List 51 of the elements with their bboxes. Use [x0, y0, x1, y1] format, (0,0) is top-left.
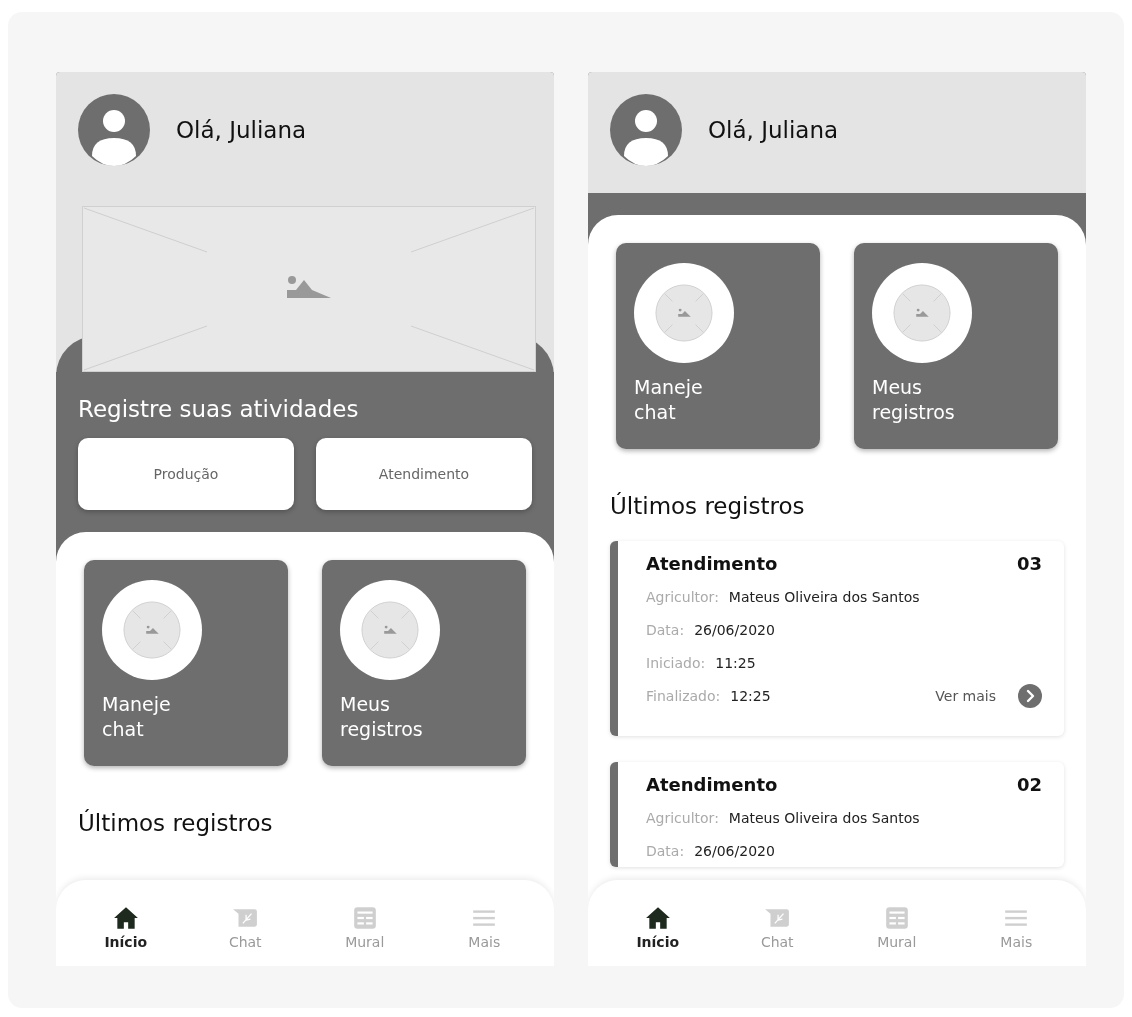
section-title: Últimos registros	[610, 493, 806, 519]
avatar-icon[interactable]	[610, 94, 682, 166]
menu-tile[interactable]: Maneje chat	[616, 243, 820, 449]
field-label: Finalizado:	[646, 687, 721, 704]
chevron-right-icon[interactable]	[1018, 683, 1042, 708]
record-title: Atendimento	[646, 774, 778, 795]
nav-tab[interactable]: Início	[85, 904, 166, 950]
field-value: 12:25	[730, 687, 771, 704]
avatar-icon[interactable]	[78, 94, 150, 166]
nav-tab[interactable]: Chat	[205, 904, 286, 950]
nav-tab[interactable]: Chat	[737, 904, 818, 950]
field-label: Agricultor:	[646, 809, 719, 826]
greeting: Olá, Juliana	[176, 117, 307, 143]
field-label: Data:	[646, 621, 685, 638]
tile-label: Maneje chat	[634, 375, 703, 425]
field-value: Mateus Oliveira dos Santos	[728, 809, 920, 826]
field-value: 26/06/2020	[694, 621, 775, 638]
greeting: Olá, Juliana	[708, 117, 839, 143]
record-title: Atendimento	[646, 553, 778, 574]
image-placeholder-icon	[361, 601, 419, 659]
menu-tile[interactable]: Meus registros	[854, 243, 1058, 449]
image-placeholder-icon	[655, 284, 713, 342]
menu-tile[interactable]: Maneje chat	[84, 560, 288, 766]
section-title: Registre suas atividades	[78, 396, 360, 422]
activity-button[interactable]: Produção	[78, 438, 294, 510]
record-number: 02	[1016, 774, 1042, 795]
record-card[interactable]: Atendimento 02 Agricultor: Mateus Oliveira dos Santos Data: 26/06/2020	[610, 762, 1064, 867]
field-label: Agricultor:	[646, 588, 719, 605]
menu-tile[interactable]: Meus registros	[322, 560, 526, 766]
nav-tab[interactable]: Mais	[976, 904, 1057, 950]
field-value: Mateus Oliveira dos Santos	[728, 588, 920, 605]
nav-tab[interactable]: Início	[617, 904, 698, 950]
record-number: 03	[1016, 553, 1042, 574]
tile-label: Meus registros	[872, 375, 955, 425]
field-value: 11:25	[715, 654, 756, 671]
board-icon	[351, 904, 378, 931]
see-more-link[interactable]: Ver mais	[935, 687, 996, 704]
activity-button[interactable]: Atendimento	[316, 438, 532, 510]
board-icon	[883, 904, 910, 931]
field-value: 26/06/2020	[694, 842, 775, 859]
record-card[interactable]: Atendimento 03 Agricultor: Mateus Oliveira dos Santos Data: 26/06/2020 Iniciado: 11:25 Finalizado: 12:25 Ver mais	[610, 541, 1064, 736]
nav-tab[interactable]: Mural	[856, 904, 937, 950]
field-label: Data:	[646, 842, 685, 859]
tile-label: Meus registros	[340, 692, 423, 742]
nav-tab[interactable]: Mural	[324, 904, 405, 950]
field-label: Iniciado:	[646, 654, 706, 671]
image-placeholder-icon	[123, 601, 181, 659]
section-title: Últimos registros	[78, 810, 274, 836]
nav-tab[interactable]: Mais	[444, 904, 525, 950]
tile-label: Maneje chat	[102, 692, 171, 742]
image-placeholder-icon	[893, 284, 951, 342]
